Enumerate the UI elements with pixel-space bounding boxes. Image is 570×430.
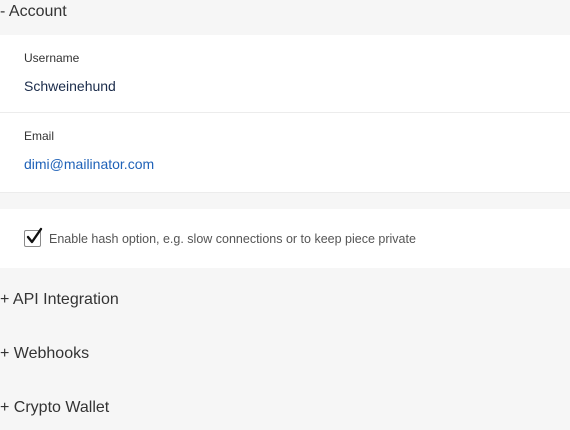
hash-option-checkbox[interactable] (24, 227, 43, 247)
username-field: Username Schweinehund (24, 51, 116, 94)
section-account-toggle[interactable]: - Account (0, 3, 67, 21)
hash-option-label[interactable]: Enable hash option, e.g. slow connection… (49, 232, 416, 246)
field-divider (0, 112, 570, 113)
username-label: Username (24, 51, 80, 65)
email-value[interactable]: dimi@mailinator.com (24, 156, 154, 172)
checkmark-icon (26, 227, 43, 244)
email-label: Email (24, 129, 55, 143)
email-field: Email dimi@mailinator.com (24, 129, 154, 172)
hash-option-card: Enable hash option, e.g. slow connection… (0, 209, 570, 268)
settings-page: - Account Username Schweinehund Email di… (0, 0, 570, 430)
section-crypto-wallet-toggle[interactable]: + Crypto Wallet (0, 399, 109, 417)
section-webhooks-toggle[interactable]: + Webhooks (0, 345, 89, 363)
account-fields-card: Username Schweinehund Email dimi@mailina… (0, 35, 570, 193)
username-value[interactable]: Schweinehund (24, 78, 116, 94)
section-api-integration-toggle[interactable]: + API Integration (0, 291, 119, 309)
